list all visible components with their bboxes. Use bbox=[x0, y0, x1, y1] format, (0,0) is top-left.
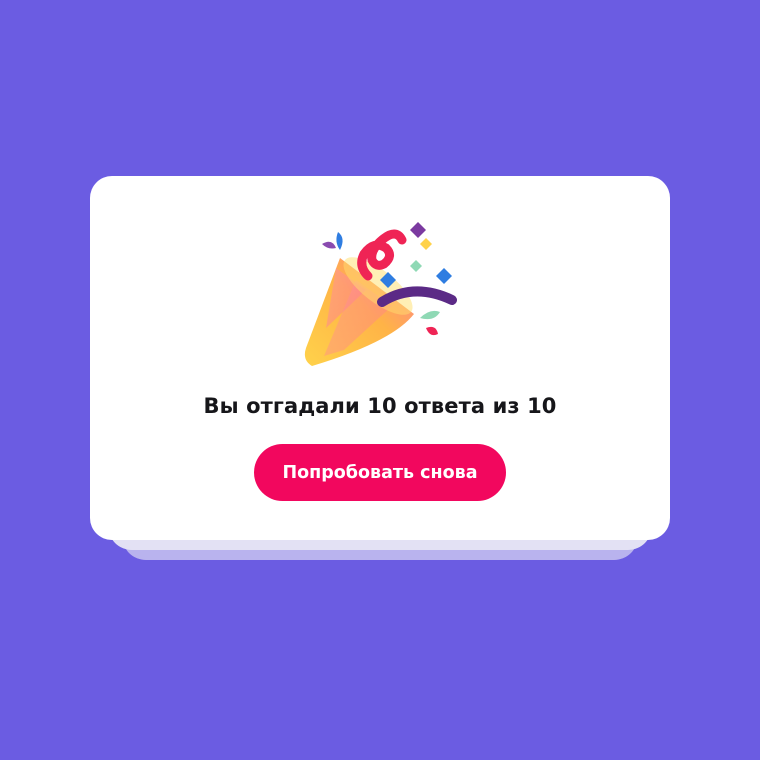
result-message: Вы отгадали 10 ответа из 10 bbox=[203, 394, 557, 418]
retry-button[interactable]: Попробовать снова bbox=[254, 444, 506, 501]
party-popper-icon bbox=[304, 222, 457, 366]
